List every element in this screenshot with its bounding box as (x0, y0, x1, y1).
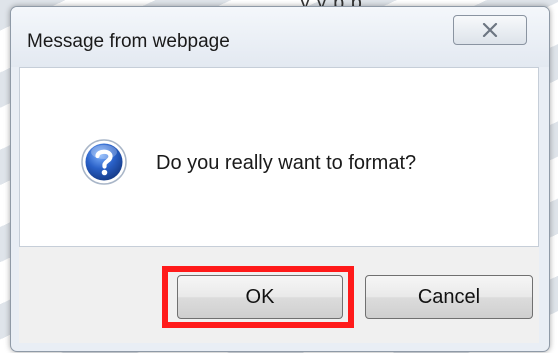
cancel-button[interactable]: Cancel (365, 275, 533, 319)
close-x-icon (482, 23, 498, 37)
close-button[interactable] (453, 15, 527, 45)
ok-button[interactable]: OK (177, 275, 343, 319)
dialog-content: Do you really want to format? (19, 67, 539, 247)
dialog-footer: OK Cancel (19, 247, 539, 343)
dialog-titlebar[interactable]: Message from webpage (11, 7, 549, 67)
dialog-title: Message from webpage (27, 31, 230, 52)
message-dialog: Message from webpage Do you really want … (10, 6, 550, 352)
dialog-message: Do you really want to format? (156, 152, 417, 174)
question-mark-icon (81, 139, 127, 185)
